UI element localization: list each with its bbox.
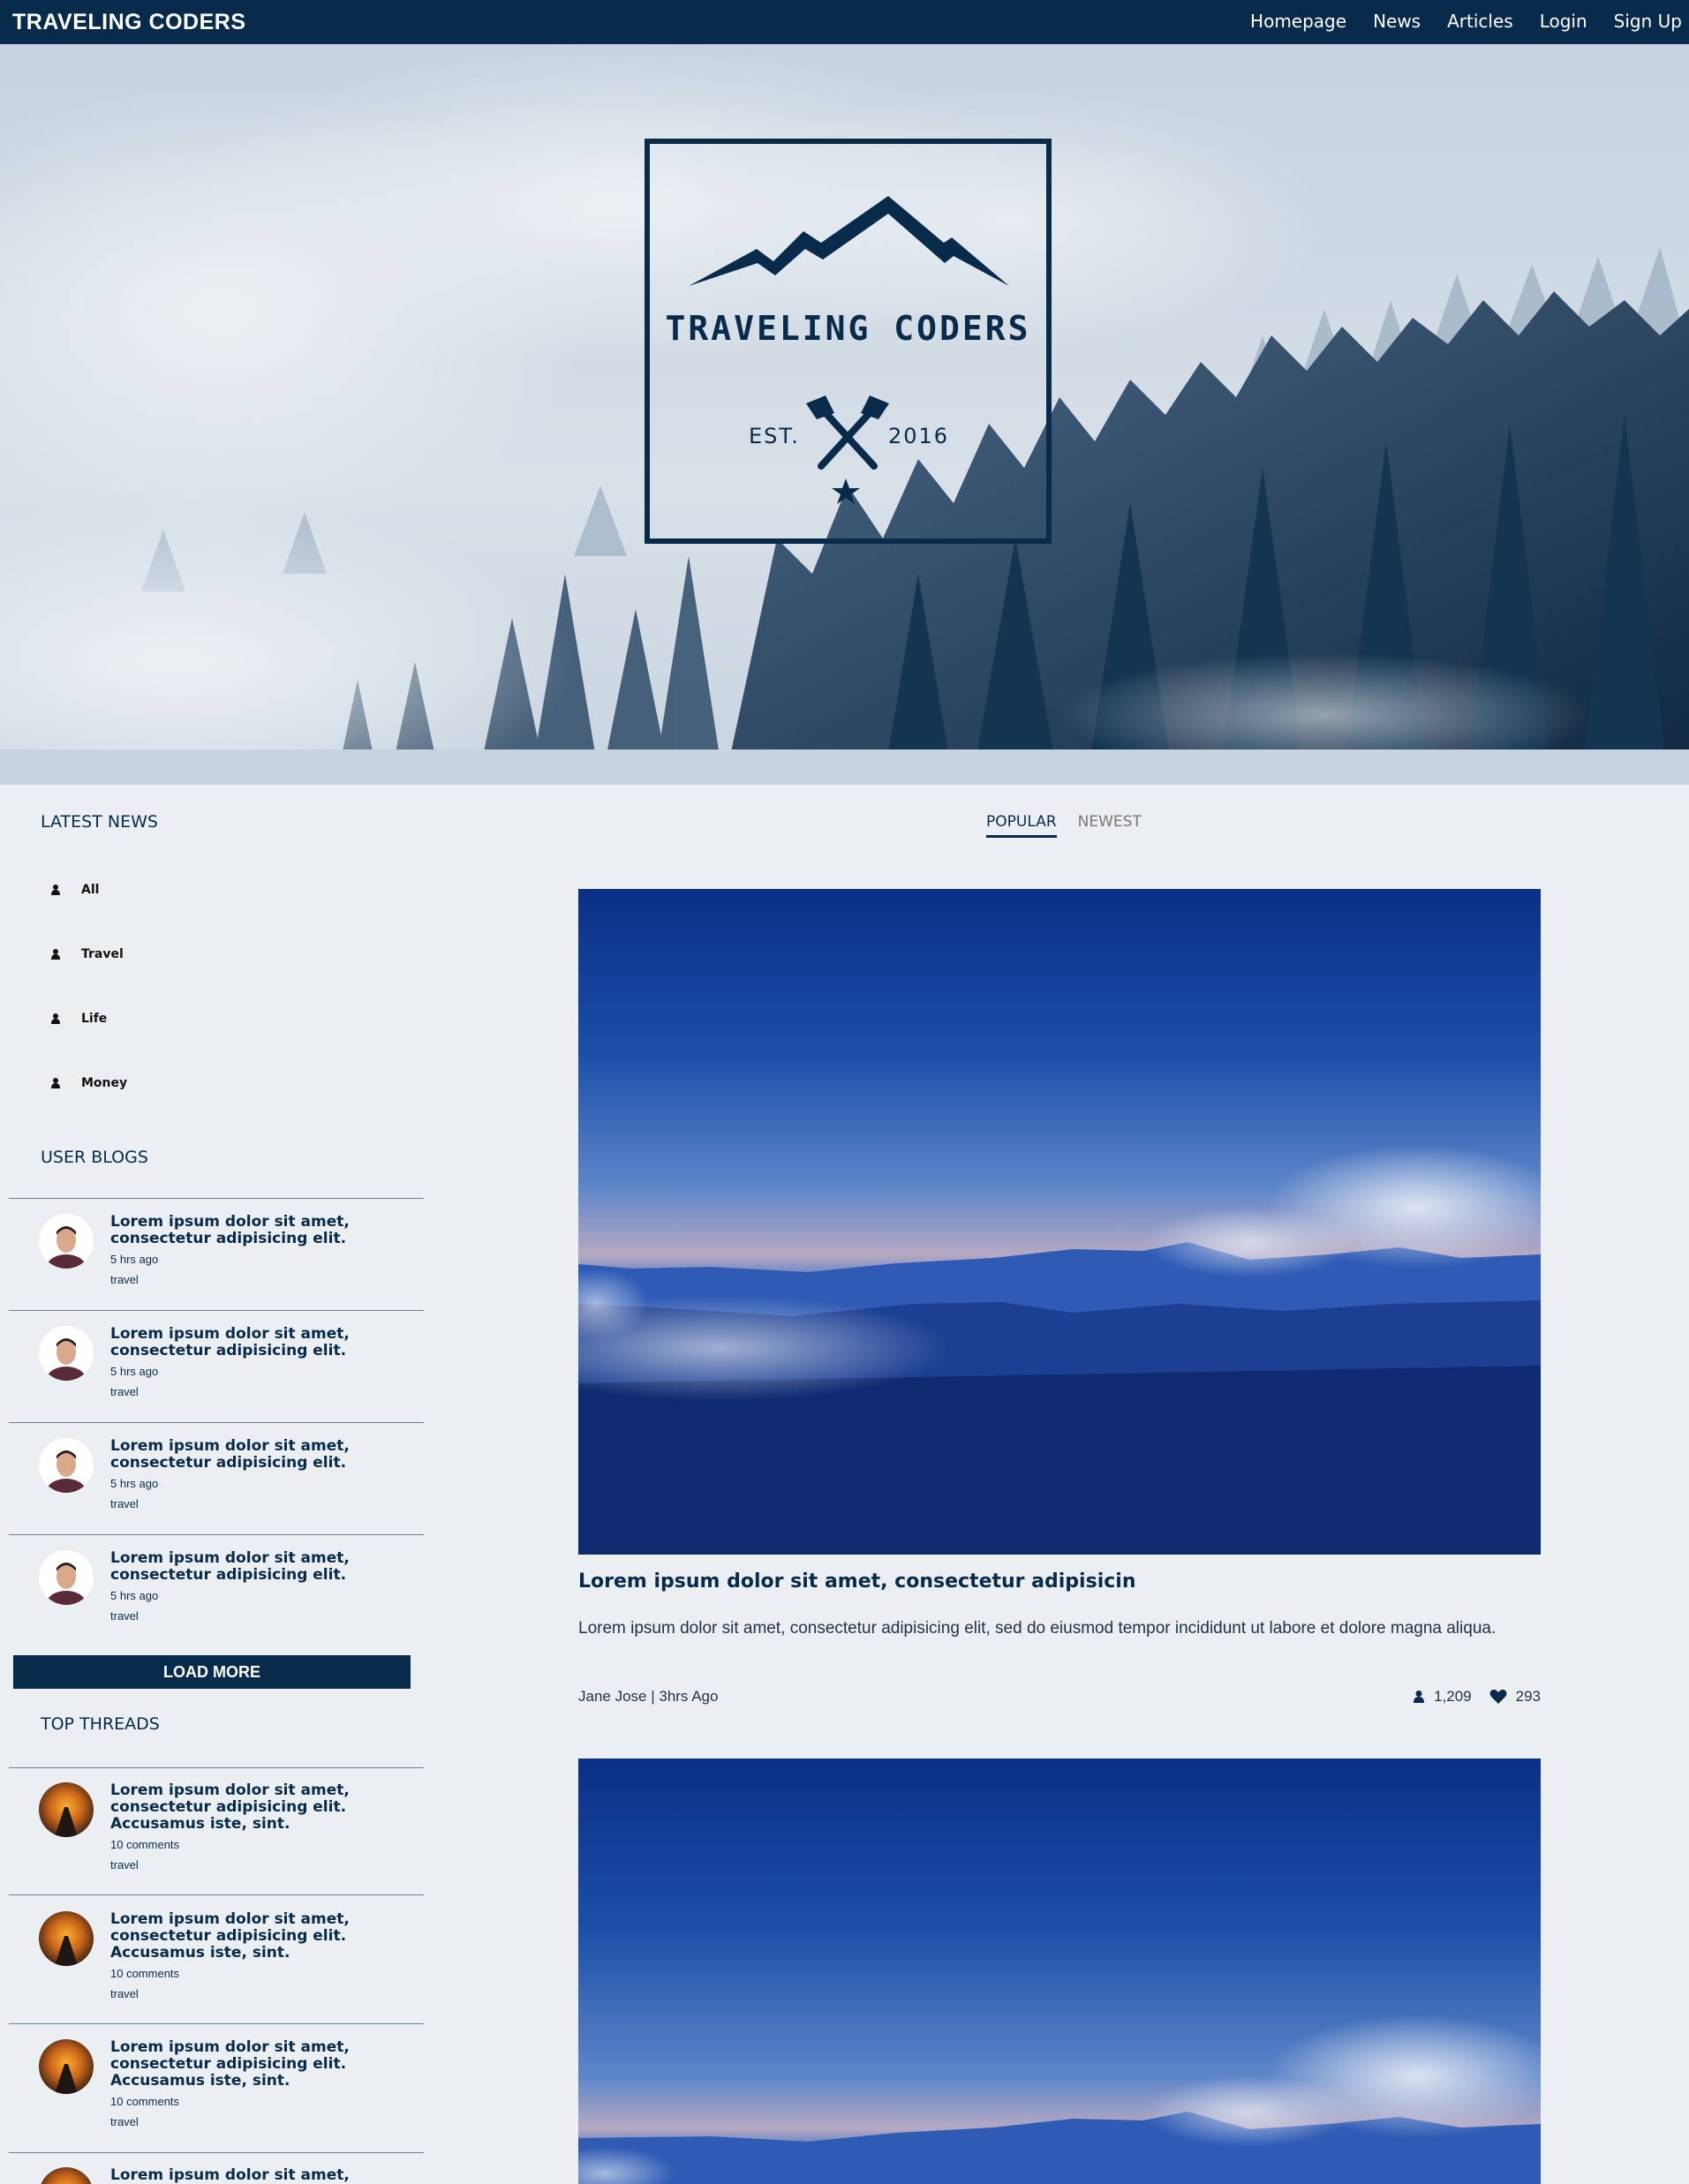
blog-tag[interactable]: travel [110,1497,411,1510]
thread-title[interactable]: Lorem ipsum dolor sit amet, consectetur … [110,1782,411,1833]
latest-news-heading: LATEST NEWS [41,812,158,832]
user-blog-item[interactable]: Lorem ipsum dolor sit amet, consectetur … [39,1550,418,1654]
thread-title[interactable]: Lorem ipsum dolor sit amet, consectetur … [110,2039,411,2090]
hero-logo-title: TRAVELING CODERS [665,309,1031,348]
nav-link-articles[interactable]: Articles [1447,11,1513,32]
load-more-button[interactable]: LOAD MORE [13,1655,411,1689]
avatar [39,1438,94,1493]
top-navbar: TRAVELING CODERS Homepage News Articles … [0,0,1689,44]
user-blog-item[interactable]: Lorem ipsum dolor sit amet, consectetur … [39,1438,418,1542]
user-icon [51,1078,60,1088]
blog-tag[interactable]: travel [110,1609,411,1623]
thread-item[interactable]: Lorem ipsum dolor sit amet, consectetur … [39,1782,418,1887]
divider [9,2152,424,2153]
blog-time: 5 hrs ago [110,1589,159,1602]
thread-item[interactable]: Lorem ipsum dolor sit amet, consectetur … [39,2039,418,2143]
nav-link-homepage[interactable]: Homepage [1250,11,1346,32]
article-author-time[interactable]: Jane Jose | 3hrs Ago [578,1688,718,1706]
divider [9,1767,424,1768]
thread-item[interactable]: Lorem ipsum dolor sit amet, [39,2167,418,2184]
avatar [39,1911,94,1966]
blog-time: 5 hrs ago [110,1365,159,1378]
category-label: Travel [81,947,124,961]
heart-icon[interactable] [1489,1689,1507,1705]
thread-comments[interactable]: 10 comments [110,1838,411,1851]
avatar [39,1326,94,1381]
avatar [39,1782,94,1837]
top-threads-heading: TOP THREADS [41,1714,160,1734]
tab-popular[interactable]: POPULAR [986,813,1057,838]
user-blogs-heading: USER BLOGS [41,1148,148,1167]
tab-newest[interactable]: NEWEST [1078,813,1142,838]
brand-logo-text[interactable]: TRAVELING CODERS [12,10,246,35]
thread-tag[interactable]: travel [110,2115,411,2128]
blog-time: 5 hrs ago [110,1253,159,1266]
views-count: 1,209 [1434,1688,1472,1705]
avatar [39,2039,94,2094]
blog-time: 5 hrs ago [110,1477,159,1490]
user-icon [51,1013,60,1024]
category-life[interactable]: Life [49,1012,107,1026]
category-all[interactable]: All [49,883,99,897]
article-image[interactable] [578,1758,1541,2184]
divider [9,1534,424,1535]
category-travel[interactable]: Travel [49,947,124,961]
nav-link-signup[interactable]: Sign Up [1614,11,1682,32]
thread-tag[interactable]: travel [110,1987,411,2000]
user-icon [51,949,60,960]
user-icon [51,885,60,895]
likes-count: 293 [1515,1688,1541,1705]
thread-item[interactable]: Lorem ipsum dolor sit amet, consectetur … [39,1911,418,2015]
thread-tag[interactable]: travel [110,1858,411,1871]
blog-title[interactable]: Lorem ipsum dolor sit amet, consectetur … [110,1438,411,1472]
avatar [39,1214,94,1269]
thread-title[interactable]: Lorem ipsum dolor sit amet, [110,2167,411,2184]
category-money[interactable]: Money [49,1076,127,1090]
category-label: All [81,883,100,897]
thread-comments[interactable]: 10 comments [110,2095,411,2108]
blog-tag[interactable]: travel [110,1385,411,1398]
nav-link-login[interactable]: Login [1540,11,1587,32]
article-title[interactable]: Lorem ipsum dolor sit amet, consectetur … [578,1570,1135,1593]
blog-title[interactable]: Lorem ipsum dolor sit amet, consectetur … [110,1214,411,1247]
user-blog-item[interactable]: Lorem ipsum dolor sit amet, consectetur … [39,1326,418,1430]
thread-comments[interactable]: 10 comments [110,1967,411,1980]
divider [9,2023,424,2024]
avatar [39,2167,94,2184]
hero-banner: TRAVELING CODERS EST. 2016 [0,44,1689,785]
divider [9,1894,424,1895]
article-stats: 1,209 293 [1413,1688,1541,1706]
category-label: Money [81,1076,128,1090]
hero-est-label: EST. [749,424,800,448]
article-excerpt: Lorem ipsum dolor sit amet, consectetur … [578,1619,1497,1638]
blog-title[interactable]: Lorem ipsum dolor sit amet, consectetur … [110,1326,411,1359]
divider [9,1198,424,1199]
divider [9,1422,424,1423]
user-icon [1414,1691,1425,1703]
hero-est-year: 2016 [888,424,950,448]
article-image[interactable] [578,889,1541,1555]
hero-forest-image [0,44,1689,785]
divider [9,1310,424,1311]
feed-tabs: POPULAR NEWEST [986,813,1142,838]
blog-tag[interactable]: travel [110,1273,411,1286]
user-blog-item[interactable]: Lorem ipsum dolor sit amet, consectetur … [39,1214,418,1318]
nav-link-news[interactable]: News [1373,11,1421,32]
category-label: Life [81,1012,108,1026]
nav-links: Homepage News Articles Login Sign Up [1250,11,1682,32]
blog-title[interactable]: Lorem ipsum dolor sit amet, consectetur … [110,1550,411,1584]
avatar [39,1550,94,1605]
thread-title[interactable]: Lorem ipsum dolor sit amet, consectetur … [110,1911,411,1962]
